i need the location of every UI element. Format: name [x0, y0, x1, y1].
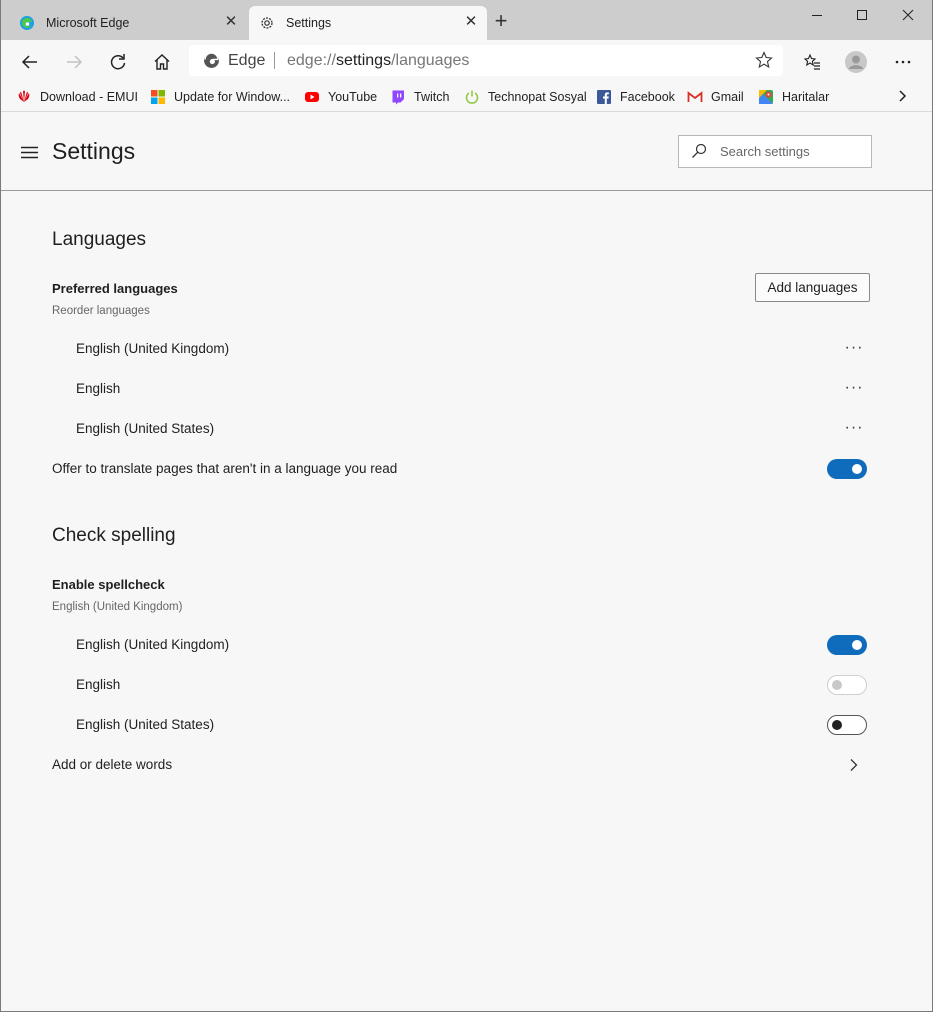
url-text: edge://settings/languages [287, 52, 470, 69]
edge-icon [204, 52, 219, 68]
tab-microsoft-edge[interactable]: Microsoft Edge ✕ [9, 6, 247, 40]
spellcheck-language-item: English (United Kingdom) [76, 637, 230, 652]
maximize-button[interactable] [839, 0, 885, 30]
page-title: Settings [52, 138, 136, 164]
huawei-icon [18, 90, 30, 102]
settings-content: Languages Preferred languages Reorder la… [1, 191, 932, 1011]
site-label: Edge [228, 52, 266, 69]
settings-header: Settings Search settings [1, 112, 932, 191]
hamburger-menu-icon[interactable] [21, 146, 38, 159]
tab-title: Settings [286, 16, 332, 30]
bookmark-gmail[interactable]: Gmail [687, 88, 744, 106]
spellcheck-language-item: English [76, 677, 121, 692]
favorites-bar: Download - EMUI Update for Window... You… [1, 82, 932, 112]
bookmark-label: YouTube [328, 90, 378, 104]
minimize-button[interactable] [794, 0, 840, 30]
close-icon[interactable]: ✕ [463, 14, 479, 30]
edge-icon [20, 16, 34, 30]
toggle-knob [832, 720, 842, 730]
more-options-icon[interactable]: ··· [841, 340, 867, 358]
windows-icon [151, 90, 165, 104]
arrow-right-icon [67, 55, 83, 69]
refresh-button[interactable] [104, 48, 132, 76]
home-icon [154, 54, 170, 70]
gear-icon [261, 17, 273, 29]
favorites-button[interactable] [798, 48, 826, 76]
bookmark-download-emui[interactable]: Download - EMUI [16, 88, 138, 106]
bookmark-label: Technopat Sosyal [488, 90, 587, 104]
add-languages-button[interactable]: Add languages [755, 273, 870, 302]
maps-icon [759, 90, 773, 104]
power-icon [465, 90, 479, 104]
bookmark-label: Download - EMUI [40, 90, 138, 104]
spellcheck-toggle-en[interactable] [827, 675, 867, 695]
spellcheck-toggle-en-us[interactable] [827, 715, 867, 735]
chevron-right-icon[interactable] [892, 86, 912, 106]
home-button[interactable] [148, 48, 176, 76]
bookmark-twitch[interactable]: Twitch [390, 88, 449, 106]
tab-title: Microsoft Edge [46, 16, 130, 30]
section-heading-check-spelling: Check spelling [52, 525, 176, 546]
minimize-icon [812, 15, 822, 16]
star-icon[interactable] [755, 51, 773, 69]
add-delete-words-link[interactable]: Add or delete words [52, 757, 172, 772]
bookmark-youtube[interactable]: YouTube [304, 88, 377, 106]
reorder-languages-label: Reorder languages [52, 305, 150, 317]
translate-pages-toggle[interactable] [827, 459, 867, 479]
gmail-icon [687, 91, 703, 102]
forward-button[interactable] [60, 48, 88, 76]
close-icon [902, 9, 914, 21]
bookmark-haritalar[interactable]: Haritalar [758, 88, 829, 106]
bookmark-label: Gmail [711, 90, 744, 104]
spellcheck-toggle-en-gb[interactable] [827, 635, 867, 655]
search-placeholder: Search settings [720, 144, 810, 159]
tab-settings[interactable]: Settings ✕ [249, 6, 487, 40]
bookmark-label: Twitch [414, 90, 450, 104]
favorites-icon [803, 53, 820, 70]
refresh-icon [110, 54, 126, 70]
section-heading-languages: Languages [52, 229, 147, 250]
more-horizontal-icon [895, 60, 911, 64]
bookmark-label: Haritalar [782, 90, 830, 104]
window-close-button[interactable] [885, 0, 931, 30]
translate-pages-label: Offer to translate pages that aren't in … [52, 461, 398, 476]
arrow-left-icon [21, 55, 37, 69]
toggle-knob [852, 640, 862, 650]
divider [274, 52, 275, 69]
bookmark-label: Facebook [620, 90, 675, 104]
more-menu-button[interactable] [889, 48, 917, 76]
bookmark-technopat[interactable]: Technopat Sosyal [464, 88, 587, 106]
youtube-icon [305, 92, 319, 102]
twitch-icon [392, 90, 404, 105]
toolbar: Edge edge://settings/languages [1, 40, 932, 82]
language-item: English [76, 381, 121, 396]
avatar-icon [845, 51, 867, 73]
preferred-languages-label: Preferred languages [52, 281, 178, 296]
search-settings-input[interactable]: Search settings [678, 135, 872, 168]
maximize-icon [857, 10, 867, 20]
close-icon[interactable]: ✕ [223, 14, 239, 30]
toggle-knob [832, 680, 842, 690]
language-item: English (United States) [76, 421, 215, 436]
enable-spellcheck-label: Enable spellcheck [52, 577, 165, 592]
more-options-icon[interactable]: ··· [841, 420, 867, 438]
browser-window: Microsoft Edge ✕ Settings ✕ + Edge edge:… [0, 0, 933, 1012]
chevron-right-icon[interactable] [847, 758, 861, 772]
spellcheck-language-item: English (United States) [76, 717, 215, 732]
bookmark-facebook[interactable]: Facebook [596, 88, 675, 106]
bookmark-windows-update[interactable]: Update for Window... [150, 88, 290, 106]
bookmark-label: Update for Window... [174, 90, 291, 104]
language-item: English (United Kingdom) [76, 341, 230, 356]
spellcheck-language-sublabel: English (United Kingdom) [52, 601, 183, 613]
toggle-knob [852, 464, 862, 474]
more-options-icon[interactable]: ··· [841, 380, 867, 398]
search-icon [692, 143, 707, 158]
new-tab-button[interactable]: + [491, 10, 511, 32]
facebook-icon [597, 90, 611, 104]
profile-button[interactable] [842, 48, 870, 76]
back-button[interactable] [16, 48, 44, 76]
tab-strip: Microsoft Edge ✕ Settings ✕ + [1, 0, 932, 40]
address-bar[interactable]: Edge edge://settings/languages [189, 45, 783, 76]
